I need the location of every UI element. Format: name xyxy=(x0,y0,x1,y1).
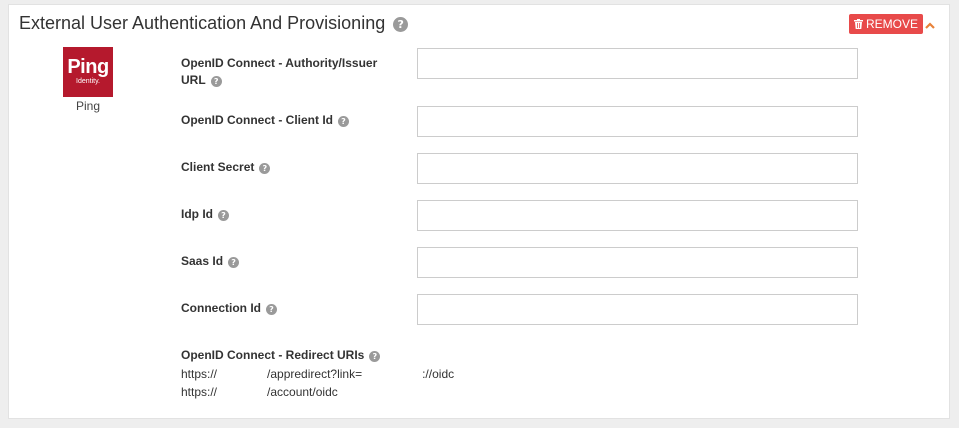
help-icon[interactable]: ? xyxy=(228,257,240,268)
help-icon[interactable]: ? xyxy=(369,351,381,362)
help-icon[interactable]: ? xyxy=(259,163,271,174)
saas-id-input[interactable] xyxy=(417,247,858,278)
help-icon[interactable]: ? xyxy=(393,17,409,32)
client-id-input[interactable] xyxy=(417,106,858,137)
redirect-uri: https:// /account/oidc xyxy=(181,385,338,399)
chevron-up-icon[interactable] xyxy=(924,19,936,31)
ping-identity-logo: Ping Identity. xyxy=(63,47,113,97)
authority-url-label: OpenID Connect - Authority/Issuer URL? xyxy=(181,56,378,87)
trash-icon xyxy=(854,19,863,29)
client-id-label: OpenID Connect - Client Id? xyxy=(181,112,401,129)
remove-button-label: REMOVE xyxy=(866,17,919,31)
help-icon[interactable]: ? xyxy=(210,76,222,87)
idp-id-input[interactable] xyxy=(417,200,858,231)
help-icon[interactable]: ? xyxy=(218,210,229,221)
redirect-uri: https:// /appredirect?link= ://oidc xyxy=(181,367,455,381)
idp-id-label: Idp Id? xyxy=(181,206,401,223)
external-auth-panel: External User Authentication And Provisi… xyxy=(8,4,950,419)
panel-header: External User Authentication And Provisi… xyxy=(19,13,409,34)
client-secret-input[interactable] xyxy=(417,153,858,184)
provider-name: Ping xyxy=(75,99,101,113)
connection-id-input[interactable] xyxy=(417,294,858,325)
remove-button[interactable]: REMOVE xyxy=(849,14,924,34)
help-icon[interactable]: ? xyxy=(338,116,349,127)
panel-title: External User Authentication And Provisi… xyxy=(19,13,386,33)
connection-id-label: Connection Id? xyxy=(181,300,401,317)
redirect-uris-label: OpenID Connect - Redirect URIs? xyxy=(181,347,401,364)
help-icon[interactable]: ? xyxy=(266,304,277,315)
saas-id-label: Saas Id? xyxy=(181,253,401,270)
authority-url-input[interactable] xyxy=(417,48,858,79)
client-secret-label: Client Secret? xyxy=(181,159,401,176)
